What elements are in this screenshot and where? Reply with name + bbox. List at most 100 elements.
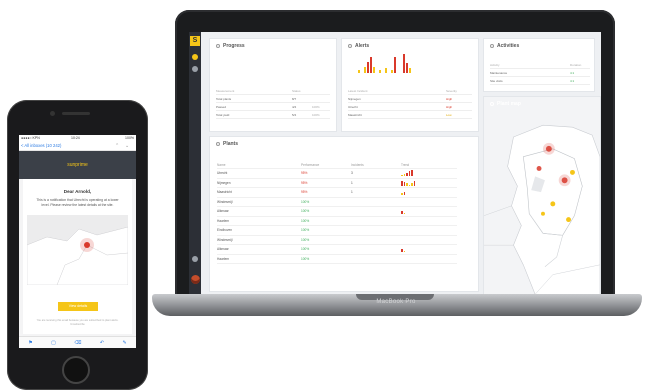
- table-row[interactable]: Total yield 5/4 100%: [216, 111, 330, 119]
- plant-performance: 100%: [301, 256, 310, 261]
- dashboard-icon[interactable]: [192, 54, 198, 60]
- table-header: Latest Incident Severity: [348, 87, 472, 95]
- row-name: Maastricht: [348, 112, 362, 117]
- table-row[interactable]: Utrecht High: [348, 103, 472, 111]
- alert-bar: [358, 69, 360, 73]
- carrier: ●●●●○ KPN: [21, 136, 40, 140]
- home-button[interactable]: [62, 356, 90, 384]
- macbook-label: MacBook Pro: [376, 299, 416, 305]
- column-header[interactable]: Name: [217, 163, 301, 167]
- row-extra: 100%: [312, 104, 320, 109]
- table-row[interactable]: Alkmaar 100%: [217, 207, 457, 217]
- map-pin-icon[interactable]: [192, 66, 198, 72]
- table-row[interactable]: Windesmijl 100%: [217, 198, 457, 207]
- map-marker: [541, 211, 545, 216]
- column-header: Measurement: [216, 88, 235, 93]
- table-row[interactable]: Maastricht 95% 1: [217, 188, 457, 198]
- user-avatar[interactable]: [191, 275, 200, 284]
- table-row[interactable]: Maastricht Low: [348, 111, 472, 119]
- alerts-icon: [348, 44, 352, 48]
- plant-trend: [401, 237, 457, 243]
- clock: 10:24: [71, 136, 80, 140]
- table-row[interactable]: Haarlem 100%: [217, 217, 457, 226]
- progress-icon: [216, 44, 220, 48]
- phone-screen: ●●●●○ KPN 10:24 100% < All inboxes (10 2…: [19, 135, 136, 348]
- trend-bar: [406, 172, 408, 177]
- plants-table: Name Performance Incidents Trend Utrecht…: [217, 162, 457, 264]
- map-title: Plant map: [497, 101, 521, 107]
- progress-header: Progress: [216, 43, 245, 49]
- severity-badge: High: [446, 104, 453, 109]
- table-row[interactable]: Nijmegen 95% 1: [217, 179, 457, 188]
- column-header: Duration: [570, 62, 582, 67]
- table-row[interactable]: Utrecht 95% 3: [217, 169, 457, 179]
- folder-icon[interactable]: ▢: [51, 340, 56, 346]
- plant-trend: [401, 256, 457, 262]
- plant-performance: 95%: [301, 180, 308, 185]
- activities-title: Activities: [497, 43, 520, 49]
- trend-bar: [401, 192, 403, 196]
- reply-icon[interactable]: ↶: [100, 340, 104, 346]
- trend-bar: [403, 182, 405, 186]
- trend-bar: [411, 183, 413, 186]
- column-header[interactable]: Performance: [301, 163, 351, 167]
- table-row[interactable]: Alkmaar 100%: [217, 245, 457, 255]
- settings-icon[interactable]: [192, 256, 198, 262]
- trash-icon[interactable]: ⌫: [74, 340, 81, 346]
- table-row[interactable]: Eindhoven 100%: [217, 226, 457, 236]
- column-header[interactable]: Trend: [401, 163, 409, 167]
- trend-bar: [401, 248, 403, 253]
- activities-header: Activities: [490, 43, 519, 49]
- trend-bar: [411, 170, 413, 177]
- activities-icon: [490, 44, 494, 48]
- map-marker: [570, 169, 575, 175]
- map-marker: [550, 201, 556, 207]
- plant-trend: [401, 246, 457, 253]
- plant-name: Haarlem: [217, 256, 230, 261]
- row-name: Passed: [216, 104, 227, 109]
- plant-trend: [401, 199, 457, 205]
- progress-title: Progress: [223, 43, 245, 49]
- table-row[interactable]: Windesmijl 100%: [217, 236, 457, 245]
- alerts-header: Alerts: [348, 43, 369, 49]
- app-sidebar: S: [189, 32, 201, 294]
- alert-bar: [364, 66, 366, 73]
- chevron-up-icon[interactable]: ⌃: [115, 143, 119, 149]
- table-row[interactable]: Maintenance 4:1: [490, 69, 590, 77]
- table-row[interactable]: Total plants 8/7: [216, 95, 330, 103]
- plant-name: Windesmijl: [217, 199, 233, 204]
- email-body: This is a notification that Utrecht is o…: [36, 198, 119, 207]
- row-name: Maintenance: [490, 70, 508, 75]
- plant-performance: 95%: [301, 190, 308, 195]
- table-row[interactable]: Nijmegen High: [348, 95, 472, 103]
- alerts-table: Latest Incident Severity Nijmegen High U…: [348, 87, 472, 119]
- progress-table: Measurement Status Total plants 8/7 Pass…: [216, 87, 330, 119]
- back-button[interactable]: < All inboxes (10 242): [21, 143, 61, 148]
- activities-table: Activity Duration Maintenance 4:1 Site v…: [490, 61, 590, 85]
- battery: 100%: [125, 136, 134, 140]
- plant-name: Eindhoven: [217, 228, 233, 233]
- alert-bar: [370, 57, 372, 73]
- app-logo[interactable]: S: [190, 36, 200, 46]
- map-marker: [536, 166, 542, 171]
- chevron-down-icon[interactable]: ⌄: [125, 143, 129, 149]
- table-header: Measurement Status: [216, 87, 330, 95]
- plants-icon: [216, 142, 220, 146]
- alert-bar: [385, 68, 387, 73]
- table-row[interactable]: Site visits 4:1: [490, 77, 590, 85]
- compose-icon[interactable]: ✎: [123, 340, 127, 346]
- flag-icon[interactable]: ⚑: [28, 340, 32, 346]
- plant-incidents: 3: [351, 171, 353, 176]
- plant-name: Haarlem: [217, 218, 230, 223]
- map-icon: [490, 102, 494, 106]
- plants-panel: Plants Name Performance Incidents Trend …: [209, 136, 479, 292]
- trend-bar: [413, 180, 415, 186]
- table-row[interactable]: Haarlem 100%: [217, 255, 457, 264]
- plant-name: Utrecht: [217, 171, 228, 176]
- column-header[interactable]: Incidents: [351, 163, 401, 167]
- phone: ●●●●○ KPN 10:24 100% < All inboxes (10 2…: [7, 100, 148, 390]
- trend-bar: [403, 213, 405, 215]
- view-details-button[interactable]: View details: [58, 302, 98, 311]
- table-row[interactable]: Passed 4/4 100%: [216, 103, 330, 111]
- netherlands-map[interactable]: [484, 97, 600, 294]
